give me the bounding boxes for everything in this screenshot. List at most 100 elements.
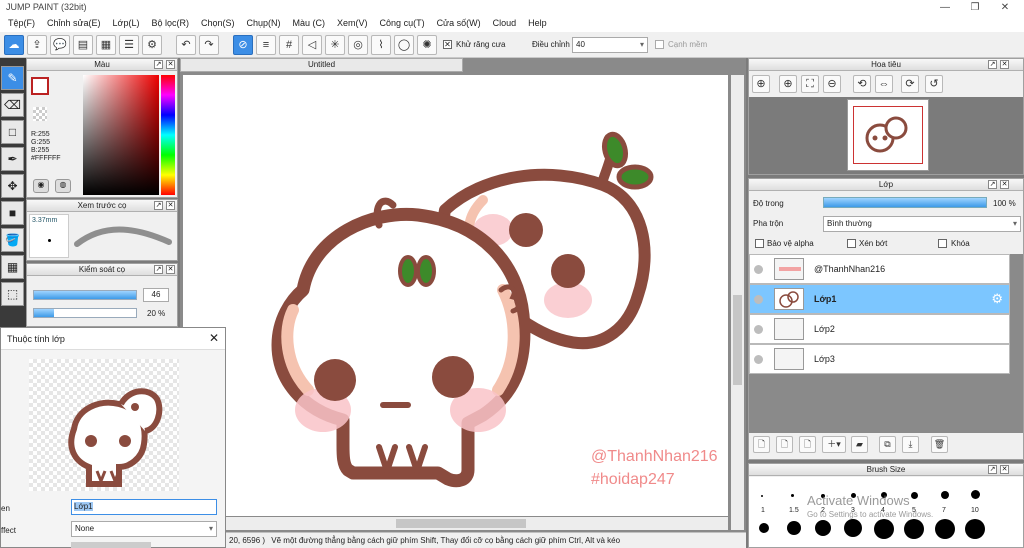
move-tool-icon[interactable]: ✥ <box>1 174 24 198</box>
menu-tools[interactable]: Công cụ(T) <box>374 15 431 32</box>
concentric-icon[interactable]: ◎ <box>348 35 368 55</box>
antialias-checkbox[interactable]: ✕ <box>443 40 452 49</box>
gear-icon[interactable]: ⚙ <box>991 291 1003 307</box>
eye-icon[interactable] <box>754 265 763 274</box>
popout-icon[interactable]: ↗ <box>154 60 163 69</box>
new-layer-8bit-icon[interactable]: 🗋 <box>776 436 793 453</box>
add-layer-menu-icon[interactable]: ＋▾ <box>822 436 846 453</box>
brush-size-dot[interactable] <box>791 494 794 497</box>
popout-icon[interactable]: ↗ <box>988 60 997 69</box>
select-rect-tool-icon[interactable]: □ <box>1 120 24 144</box>
trash-icon[interactable]: 🗑 <box>931 436 948 453</box>
rotate-right-icon[interactable]: ⟳ <box>901 75 919 93</box>
menu-capture[interactable]: Chụp(N) <box>241 15 287 32</box>
brush-size-dot[interactable] <box>911 492 918 499</box>
brush-size-dot[interactable] <box>787 521 801 535</box>
redo-icon[interactable]: ↷ <box>199 35 219 55</box>
gradient-tool-icon[interactable]: ▦ <box>1 255 24 279</box>
copy-layer-icon[interactable]: ⧉ <box>879 436 896 453</box>
fit-window-icon[interactable]: ⛶ <box>801 75 819 93</box>
palette-icon[interactable]: ◍ <box>55 179 71 193</box>
comment-icon[interactable]: 💬 <box>50 35 70 55</box>
layer-name-input[interactable]: Lớp1 <box>71 499 217 515</box>
rotate-left-icon[interactable]: ⟲ <box>853 75 871 93</box>
hue-slider[interactable] <box>161 75 175 195</box>
new-layer-icon[interactable]: 🗋 <box>753 436 770 453</box>
lock-checkbox[interactable] <box>938 239 947 248</box>
brush-size-slider[interactable] <box>33 290 137 300</box>
curve-ruler-icon[interactable]: ⌇ <box>371 35 391 55</box>
pen-tool-icon[interactable]: ✒ <box>1 147 24 171</box>
brush-tool-icon[interactable]: ✎ <box>1 66 24 90</box>
effect-select[interactable]: None ▾ <box>71 521 217 537</box>
page-icon[interactable]: ▦ <box>96 35 116 55</box>
layer-opacity-slider[interactable] <box>823 197 987 208</box>
close-icon[interactable]: ✕ <box>990 0 1020 15</box>
grid-icon[interactable]: # <box>279 35 299 55</box>
horizontal-scroll-thumb[interactable] <box>396 519 526 528</box>
eye-icon[interactable] <box>754 295 763 304</box>
close-icon[interactable]: ✕ <box>1000 180 1009 189</box>
brush-size-dot[interactable] <box>815 520 831 536</box>
lasso-tool-icon[interactable]: ⬚ <box>1 282 24 306</box>
eyedropper-icon[interactable]: ◉ <box>33 179 49 193</box>
menu-select[interactable]: Chọn(S) <box>195 15 241 32</box>
menu-cloud[interactable]: Cloud <box>487 15 523 32</box>
layer-row[interactable]: Lớp3 <box>749 344 1010 374</box>
brush-size-dot[interactable] <box>761 495 763 497</box>
vertical-scrollbar[interactable] <box>731 75 744 530</box>
settings-icon[interactable]: ⚙ <box>142 35 162 55</box>
close-icon[interactable]: ✕ <box>166 201 175 210</box>
adjust-select[interactable]: 40 ▾ <box>572 37 648 53</box>
perspective-icon[interactable]: ◁ <box>302 35 322 55</box>
close-icon[interactable]: ✕ <box>166 265 175 274</box>
layer-row-selected[interactable]: Lớp1 ⚙ <box>749 284 1010 314</box>
document-tab[interactable]: Untitled <box>180 58 463 72</box>
brush-size-dot[interactable] <box>971 490 980 499</box>
menu-edit[interactable]: Chỉnh sửa(E) <box>41 15 107 32</box>
eye-icon[interactable] <box>754 355 763 364</box>
brush-size-dot[interactable] <box>935 519 955 539</box>
eye-icon[interactable] <box>754 325 763 334</box>
merge-down-icon[interactable]: ⤓ <box>902 436 919 453</box>
transparent-swatch[interactable] <box>33 107 47 121</box>
minimize-icon[interactable]: — <box>930 0 960 15</box>
brush-opacity-slider[interactable] <box>33 308 137 318</box>
brush-size-dot[interactable] <box>941 491 949 499</box>
undo-icon[interactable]: ↶ <box>176 35 196 55</box>
brush-size-dot[interactable] <box>874 519 894 539</box>
popout-icon[interactable]: ↗ <box>988 465 997 474</box>
popout-icon[interactable]: ↗ <box>154 201 163 210</box>
horizontal-scrollbar[interactable] <box>183 517 728 530</box>
brush-size-dot[interactable] <box>844 519 862 537</box>
layer-row[interactable]: @ThanhNhan216 <box>749 254 1010 284</box>
brush-size-dot[interactable] <box>965 519 985 539</box>
zoom-out-icon[interactable]: ⊖ <box>823 75 841 93</box>
drawing-canvas[interactable]: @ThanhNhan216 #hoidap247 <box>183 75 728 516</box>
cloud-icon[interactable]: ☁ <box>4 35 24 55</box>
gear-ruler-icon[interactable]: ✺ <box>417 35 437 55</box>
note-icon[interactable]: ▤ <box>73 35 93 55</box>
menu-filter[interactable]: Bộ lọc(R) <box>145 15 195 32</box>
close-icon[interactable]: ✕ <box>1000 60 1009 69</box>
menu-help[interactable]: Help <box>522 15 553 32</box>
eraser-tool-icon[interactable]: ⌫ <box>1 93 24 117</box>
ellipse-ruler-icon[interactable]: ◯ <box>394 35 414 55</box>
new-layer-1bit-icon[interactable]: 🗋 <box>799 436 816 453</box>
menu-view[interactable]: Xem(V) <box>331 15 374 32</box>
bucket-tool-icon[interactable]: 🪣 <box>1 228 24 252</box>
list-icon[interactable]: ☰ <box>119 35 139 55</box>
close-icon[interactable]: ✕ <box>166 60 175 69</box>
radial-icon[interactable]: ✳ <box>325 35 345 55</box>
fill-rect-tool-icon[interactable]: ■ <box>1 201 24 225</box>
layer-row[interactable]: Lớp2 <box>749 314 1010 344</box>
protect-alpha-checkbox[interactable] <box>755 239 764 248</box>
menu-color[interactable]: Màu (C) <box>287 15 332 32</box>
zoom-fit-icon[interactable]: ⊕ <box>752 75 770 93</box>
navigator-preview-area[interactable] <box>749 97 1023 174</box>
grid-lines-icon[interactable]: ≡ <box>256 35 276 55</box>
menu-layer[interactable]: Lớp(L) <box>107 15 146 32</box>
zoom-in-icon[interactable]: ⊕ <box>779 75 797 93</box>
brush-size-dot[interactable] <box>759 523 769 533</box>
vertical-scroll-thumb[interactable] <box>733 295 742 385</box>
